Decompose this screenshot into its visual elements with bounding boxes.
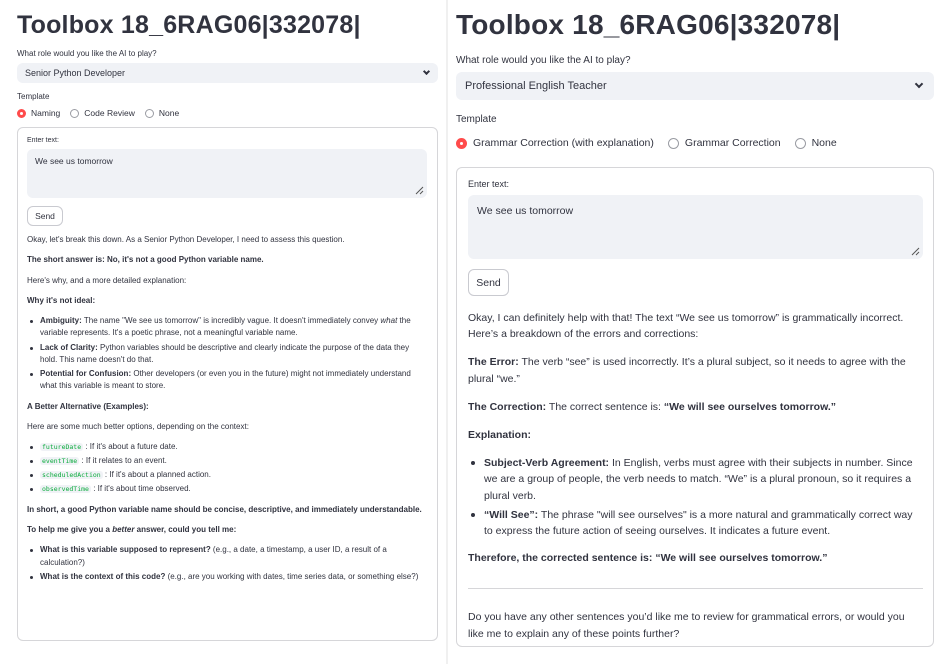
- radio-unselected-icon: [667, 137, 679, 149]
- template-option-label: Code Review: [84, 108, 135, 118]
- response-detail-intro: Here's why, and a more detailed explanat…: [27, 275, 187, 285]
- response-followup: Do you have any other sentences you’d li…: [468, 611, 905, 640]
- response-summary: In short, a good Python variable name sh…: [27, 504, 422, 514]
- response-intro: Okay, let's break this down. As a Senior…: [27, 235, 345, 244]
- text-input[interactable]: We see us tomorrow: [468, 195, 923, 259]
- template-option-none[interactable]: None: [144, 108, 180, 118]
- ai-response: Okay, I can definitely help with that! T…: [468, 310, 923, 642]
- response-why-heading: Why it's not ideal:: [27, 295, 96, 305]
- radio-selected-icon: [456, 137, 467, 149]
- template-option-grammar-correction[interactable]: Grammar Correction: [667, 137, 781, 149]
- template-option-label: None: [158, 108, 180, 118]
- radio-unselected-icon: [794, 137, 806, 149]
- template-option-label: Grammar Correction (with explanation): [473, 137, 654, 149]
- response-error: The Error: The verb “see” is used incorr…: [468, 356, 906, 385]
- template-radio-group: Naming Code Review None: [17, 108, 438, 118]
- template-option-grammar-correction-explanation[interactable]: Grammar Correction (with explanation): [456, 137, 654, 149]
- page-title: Toolbox 18_6RAG06|332078|: [456, 9, 841, 40]
- response-alt-heading: A Better Alternative (Examples):: [27, 401, 149, 411]
- text-input-value: We see us tomorrow: [477, 205, 574, 217]
- role-label: What role would you like the AI to play?: [456, 55, 631, 66]
- template-label: Template: [17, 92, 50, 101]
- template-option-label: Naming: [31, 108, 61, 118]
- ai-response: Okay, let's break this down. As a Senior…: [27, 234, 427, 583]
- send-button[interactable]: Send: [27, 206, 63, 226]
- role-select-value: Senior Python Developer: [25, 68, 126, 78]
- chevron-down-icon: [422, 67, 431, 76]
- text-input-value: We see us tomorrow: [35, 156, 113, 166]
- response-alt-intro: Here are some much better options, depen…: [27, 421, 249, 431]
- resize-handle-icon[interactable]: [414, 185, 424, 195]
- response-correction: The Correction: The correct sentence is:…: [468, 400, 837, 413]
- template-option-none[interactable]: None: [794, 137, 837, 149]
- response-help: To help me give you a better answer, cou…: [27, 525, 237, 535]
- resize-handle-icon[interactable]: [910, 246, 920, 256]
- send-button[interactable]: Send: [468, 269, 509, 296]
- alt-list: futureDate : If it's about a future date…: [27, 441, 427, 496]
- list-item: Subject-Verb Agreement: In English, verb…: [468, 455, 923, 504]
- response-short-answer: The short answer is: No, it's not a good…: [27, 255, 264, 265]
- template-option-label: Grammar Correction: [684, 137, 781, 149]
- text-input[interactable]: We see us tomorrow: [27, 149, 427, 198]
- list-item: observedTime : If it's about time observ…: [27, 483, 427, 495]
- role-label: What role would you like the AI to play?: [17, 49, 157, 58]
- response-conclusion: Therefore, the corrected sentence is: “W…: [468, 552, 828, 565]
- radio-selected-icon: [17, 108, 26, 118]
- explanation-list: Subject-Verb Agreement: In English, verb…: [468, 455, 923, 539]
- question-list: What is this variable supposed to repres…: [27, 544, 427, 583]
- divider: [468, 588, 923, 590]
- role-select[interactable]: Senior Python Developer: [17, 63, 438, 83]
- page-title: Toolbox 18_6RAG06|332078|: [17, 11, 361, 39]
- template-option-code-review[interactable]: Code Review: [70, 108, 135, 118]
- template-option-naming[interactable]: Naming: [17, 108, 60, 118]
- list-item: Ambiguity: The name "We see us tomorrow"…: [27, 315, 427, 340]
- radio-unselected-icon: [70, 108, 80, 118]
- list-item: What is this variable supposed to repres…: [27, 544, 427, 569]
- template-label: Template: [456, 114, 497, 125]
- list-item: Lack of Clarity: Python variables should…: [27, 342, 427, 367]
- input-label: Enter text:: [468, 179, 510, 189]
- input-label: Enter text:: [27, 137, 59, 144]
- list-item: Potential for Confusion: Other developer…: [27, 368, 427, 393]
- chat-form: Enter text: We see us tomorrow Send Okay…: [17, 127, 438, 641]
- template-radio-group: Grammar Correction (with explanation) Gr…: [456, 137, 934, 149]
- right-app-panel: Toolbox 18_6RAG06|332078| What role woul…: [448, 0, 939, 664]
- response-intro: Okay, I can definitely help with that! T…: [468, 312, 904, 341]
- list-item: “Will See”: The phrase "will see ourselv…: [468, 507, 923, 539]
- role-select-value: Professional English Teacher: [465, 80, 607, 92]
- why-list: Ambiguity: The name "We see us tomorrow"…: [27, 315, 427, 392]
- left-app-panel: Toolbox 18_6RAG06|332078| What role woul…: [0, 0, 446, 664]
- role-select[interactable]: Professional English Teacher: [456, 72, 934, 100]
- chevron-down-icon: [914, 79, 924, 89]
- list-item: scheduledAction : If it's about a planne…: [27, 469, 427, 481]
- list-item: futureDate : If it's about a future date…: [27, 441, 427, 453]
- response-explanation-heading: Explanation:: [468, 429, 532, 442]
- chat-form: Enter text: We see us tomorrow Send Okay…: [456, 167, 934, 647]
- radio-unselected-icon: [144, 108, 154, 118]
- template-option-label: None: [811, 137, 837, 149]
- list-item: eventTime : If it relates to an event.: [27, 455, 427, 467]
- list-item: What is the context of this code? (e.g.,…: [27, 571, 427, 583]
